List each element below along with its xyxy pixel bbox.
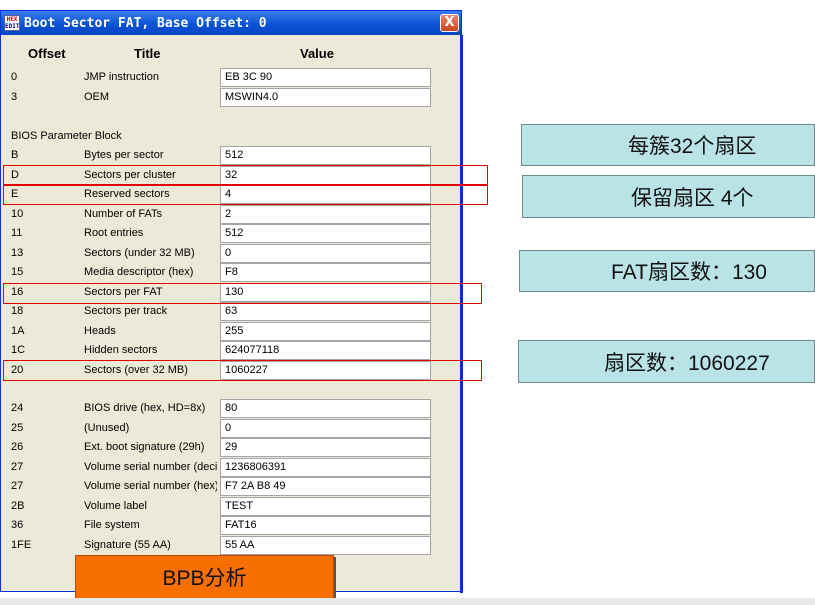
field-offset: 27 xyxy=(11,460,24,473)
field-title: Number of FATs xyxy=(84,207,163,220)
field-value[interactable]: 0 xyxy=(220,243,431,263)
field-value[interactable]: 512 xyxy=(220,224,431,243)
note-fat-sectors: FAT扇区数：130 xyxy=(519,250,815,292)
field-value[interactable]: FAT16 xyxy=(220,516,431,535)
field-row: 15 Media descriptor (hex) F8 xyxy=(1,263,461,282)
column-header-value: Value xyxy=(300,46,334,61)
field-row: 1FE Signature (55 AA) 55 AA xyxy=(1,535,461,555)
field-offset: 3 xyxy=(11,90,18,103)
field-row: 10 Number of FATs 2 xyxy=(1,204,461,224)
field-offset: 24 xyxy=(11,402,24,414)
field-value[interactable]: F7 2A B8 49 xyxy=(220,477,431,496)
field-row: 3 OEM MSWIN4.0 xyxy=(1,87,461,107)
field-row: 2B Volume label TEST xyxy=(1,496,461,516)
highlight-reserved-sectors xyxy=(3,185,488,205)
title-bar[interactable]: HEX EDIT Boot Sector FAT, Base Offset: 0 … xyxy=(1,11,461,35)
field-offset: 18 xyxy=(11,305,24,317)
field-offset: 0 xyxy=(11,71,18,83)
field-row: B Bytes per sector 512 xyxy=(1,146,461,165)
field-row: 0 JMP instruction EB 3C 90 xyxy=(1,68,461,87)
field-title: Volume label xyxy=(84,499,147,512)
field-title: Signature (55 AA) xyxy=(84,538,171,551)
field-row: 11 Root entries 512 xyxy=(1,224,461,243)
field-offset: 1A xyxy=(11,324,25,337)
field-offset: 15 xyxy=(11,266,24,278)
field-row: 26 Ext. boot signature (29h) 29 xyxy=(1,438,461,457)
field-offset: 11 xyxy=(11,227,23,239)
bpb-analysis-label: BPB分析 xyxy=(75,555,334,599)
field-title: Volume serial number (decimal) xyxy=(84,460,217,473)
field-title: Volume serial number (hex) xyxy=(84,480,217,492)
field-offset: 27 xyxy=(11,480,24,492)
field-row: 1C Hidden sectors 624077118 xyxy=(1,341,461,360)
field-offset: 36 xyxy=(11,519,24,531)
field-value[interactable]: 29 xyxy=(220,438,431,457)
note-total-sectors: 扇区数：1060227 xyxy=(518,340,815,383)
field-value[interactable]: 624077118 xyxy=(220,341,431,360)
field-offset: 25 xyxy=(11,421,24,434)
note-reserved-sectors: 保留扇区 4个 xyxy=(522,175,815,218)
hex-editor-app-icon: HEX EDIT xyxy=(4,15,20,31)
field-title: Root entries xyxy=(84,227,144,239)
field-value[interactable]: 80 xyxy=(220,399,431,418)
section-label: BIOS Parameter Block xyxy=(11,130,122,142)
highlight-sectors-per-cluster xyxy=(3,165,488,185)
field-value[interactable]: MSWIN4.0 xyxy=(220,87,431,107)
field-value[interactable]: 63 xyxy=(220,302,431,321)
highlight-sectors-per-fat xyxy=(3,283,482,304)
field-value[interactable]: 1236806391 xyxy=(220,457,431,477)
field-title: Sectors (under 32 MB) xyxy=(84,246,195,259)
field-offset: 13 xyxy=(11,246,24,259)
column-header-offset: Offset xyxy=(28,46,66,61)
field-title: Hidden sectors xyxy=(84,344,158,356)
field-offset: 26 xyxy=(11,441,24,453)
field-title: Media descriptor (hex) xyxy=(84,266,194,278)
field-value[interactable]: 55 AA xyxy=(220,535,431,555)
window-title: Boot Sector FAT, Base Offset: 0 xyxy=(24,16,267,31)
field-title: File system xyxy=(84,519,140,531)
field-offset: 2B xyxy=(11,499,25,512)
field-title: JMP instruction xyxy=(84,71,159,83)
field-offset: B xyxy=(11,149,19,161)
bottom-bar xyxy=(0,598,815,605)
field-row: 1A Heads 255 xyxy=(1,321,461,341)
field-row: 25 (Unused) 0 xyxy=(1,418,461,438)
field-title: Heads xyxy=(84,324,116,337)
highlight-total-sectors xyxy=(3,360,482,381)
field-title: Sectors per track xyxy=(84,305,168,317)
field-row: 13 Sectors (under 32 MB) 0 xyxy=(1,243,461,263)
field-value[interactable]: 2 xyxy=(220,204,431,224)
field-row: 36 File system FAT16 xyxy=(1,516,461,535)
field-offset: 1FE xyxy=(11,538,32,551)
note-sectors-per-cluster: 每簇32个扇区 xyxy=(521,124,815,166)
field-row: 18 Sectors per track 63 xyxy=(1,302,461,321)
field-title: OEM xyxy=(84,90,110,103)
column-header-title: Title xyxy=(134,46,161,61)
field-title: Ext. boot signature (29h) xyxy=(84,441,205,453)
field-row: 27 Volume serial number (hex) F7 2A B8 49 xyxy=(1,477,461,496)
field-title: Bytes per sector xyxy=(84,149,164,161)
field-value[interactable]: F8 xyxy=(220,263,431,282)
field-title: (Unused) xyxy=(84,421,130,434)
field-value[interactable]: 0 xyxy=(220,418,431,438)
field-value[interactable]: EB 3C 90 xyxy=(220,68,431,87)
close-button[interactable]: X xyxy=(440,14,459,32)
field-row: 24 BIOS drive (hex, HD=8x) 80 xyxy=(1,399,461,418)
field-title: BIOS drive (hex, HD=8x) xyxy=(84,402,206,414)
field-offset: 10 xyxy=(11,207,24,220)
field-row: 27 Volume serial number (decimal)12368063… xyxy=(1,457,461,477)
field-value[interactable]: 255 xyxy=(220,321,431,341)
field-offset: 1C xyxy=(11,344,26,356)
field-value[interactable]: TEST xyxy=(220,496,431,516)
field-value[interactable]: 512 xyxy=(220,146,431,165)
